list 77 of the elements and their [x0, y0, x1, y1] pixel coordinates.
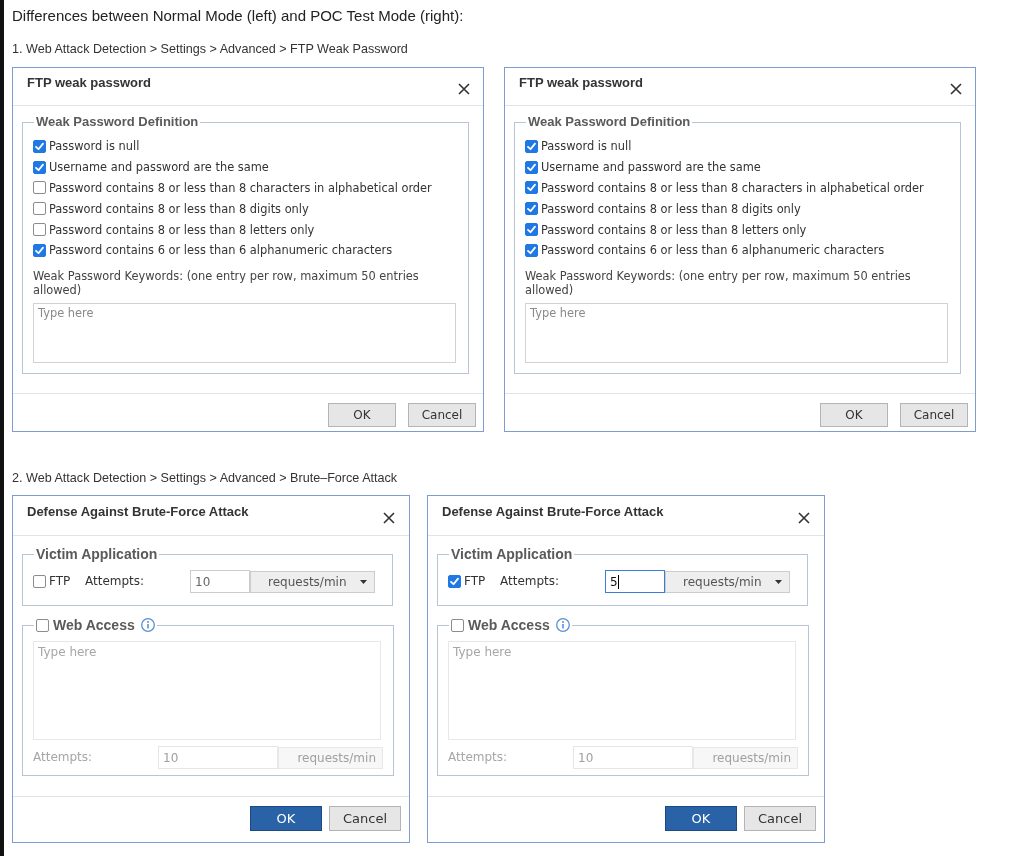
- close-icon: [458, 83, 470, 95]
- cancel-button[interactable]: Cancel: [408, 402, 476, 427]
- ok-button[interactable]: OK: [665, 806, 737, 831]
- attempts-label: Attempts:: [33, 750, 94, 765]
- unit-select[interactable]: requests/min: [250, 570, 375, 593]
- group-title: Victim Application: [35, 546, 159, 563]
- ok-button[interactable]: OK: [328, 402, 396, 427]
- option-label: Username and password are the same: [541, 160, 761, 175]
- option-label: Password contains 8 or less than 8 digits only: [49, 201, 309, 216]
- option-label: Password contains 8 or less than 8 letters only: [49, 222, 315, 237]
- page-heading: Differences between Normal Mode (left) and POC Test Mode (right):: [12, 6, 465, 26]
- checkbox[interactable]: [525, 160, 538, 174]
- checkbox-label: FTP: [49, 574, 72, 589]
- attempts-field[interactable]: 10: [190, 570, 250, 593]
- cancel-button[interactable]: Cancel: [744, 806, 816, 831]
- ok-button[interactable]: OK: [820, 402, 888, 427]
- attempts-label: Attempts:: [85, 574, 146, 589]
- cancel-button[interactable]: Cancel: [900, 402, 968, 427]
- attempts-field[interactable]: 5: [605, 570, 665, 593]
- group-title: Weak Password Definition: [35, 114, 200, 130]
- cancel-button[interactable]: Cancel: [329, 806, 401, 831]
- dialog-title: FTP weak password: [519, 74, 644, 91]
- checkbox[interactable]: [33, 139, 46, 153]
- option-label: Password contains 8 or less than 8 characters in alphabetical order: [541, 181, 924, 195]
- checkbox[interactable]: [33, 202, 46, 216]
- unit-addon: requests/min: [693, 746, 798, 769]
- ok-button[interactable]: OK: [250, 806, 322, 831]
- dialog-title: Defense Against Brute-Force Attack: [442, 503, 664, 520]
- close-button[interactable]: [383, 512, 395, 524]
- option-label: Password contains 8 or less than 8 letters only: [541, 222, 807, 237]
- checkbox[interactable]: [33, 160, 46, 174]
- checkbox[interactable]: [525, 223, 538, 237]
- attempts-label: Attempts:: [448, 750, 509, 765]
- checkbox[interactable]: [525, 181, 538, 195]
- checkbox[interactable]: [451, 618, 464, 632]
- unit-addon: requests/min: [278, 746, 383, 769]
- checkbox[interactable]: [36, 618, 49, 632]
- option-label: Password contains 6 or less than 6 alphanumeric characters: [541, 243, 885, 258]
- checkbox[interactable]: [33, 575, 46, 588]
- option-label: Username and password are the same: [49, 160, 269, 175]
- info-icon[interactable]: [555, 618, 570, 632]
- keywords-label: Weak Password Keywords: (one entry per row, maximum 50 entries allowed): [525, 268, 912, 297]
- keywords-field[interactable]: Type here: [33, 302, 456, 363]
- checkbox[interactable]: [33, 243, 46, 257]
- checkbox[interactable]: [525, 139, 538, 153]
- close-button[interactable]: [458, 83, 470, 95]
- caret-icon: [360, 579, 367, 584]
- dialog-title: Defense Against Brute-Force Attack: [27, 503, 249, 520]
- checkbox[interactable]: [525, 243, 538, 257]
- checkbox[interactable]: [33, 223, 46, 237]
- option-label: Password contains 6 or less than 6 alphanumeric characters: [49, 243, 393, 258]
- caret-icon: [775, 579, 782, 584]
- close-button[interactable]: [798, 512, 810, 524]
- unit-select[interactable]: requests/min: [665, 570, 790, 593]
- info-icon[interactable]: [140, 618, 155, 632]
- checkbox[interactable]: [448, 575, 461, 588]
- keywords-label: Weak Password Keywords: (one entry per row, maximum 50 entries allowed): [33, 268, 420, 297]
- keywords-field[interactable]: Type here: [525, 302, 948, 363]
- checkbox-label: FTP: [464, 574, 487, 589]
- group-title: Victim Application: [450, 546, 574, 563]
- option-label: Password contains 8 or less than 8 characters in alphabetical order: [49, 181, 432, 195]
- attempts-label: Attempts:: [500, 574, 561, 589]
- section-caption: 1. Web Attack Detection > Settings > Advanced > FTP Weak Password: [12, 41, 409, 57]
- checkbox[interactable]: [525, 202, 538, 216]
- close-button[interactable]: [950, 83, 962, 95]
- close-icon: [383, 512, 395, 524]
- option-label: Password is null: [49, 139, 140, 154]
- group-title: Web Access: [53, 616, 135, 634]
- option-label: Password is null: [541, 139, 632, 154]
- close-icon: [950, 83, 962, 95]
- group-title: Web Access: [468, 616, 550, 634]
- dialog-title: FTP weak password: [27, 74, 152, 91]
- option-label: Password contains 8 or less than 8 digits only: [541, 201, 801, 216]
- section-caption: 2. Web Attack Detection > Settings > Advanced > Brute–Force Attack: [12, 470, 399, 486]
- group-title: Weak Password Definition: [527, 114, 692, 130]
- checkbox[interactable]: [33, 181, 46, 195]
- close-icon: [798, 512, 810, 524]
